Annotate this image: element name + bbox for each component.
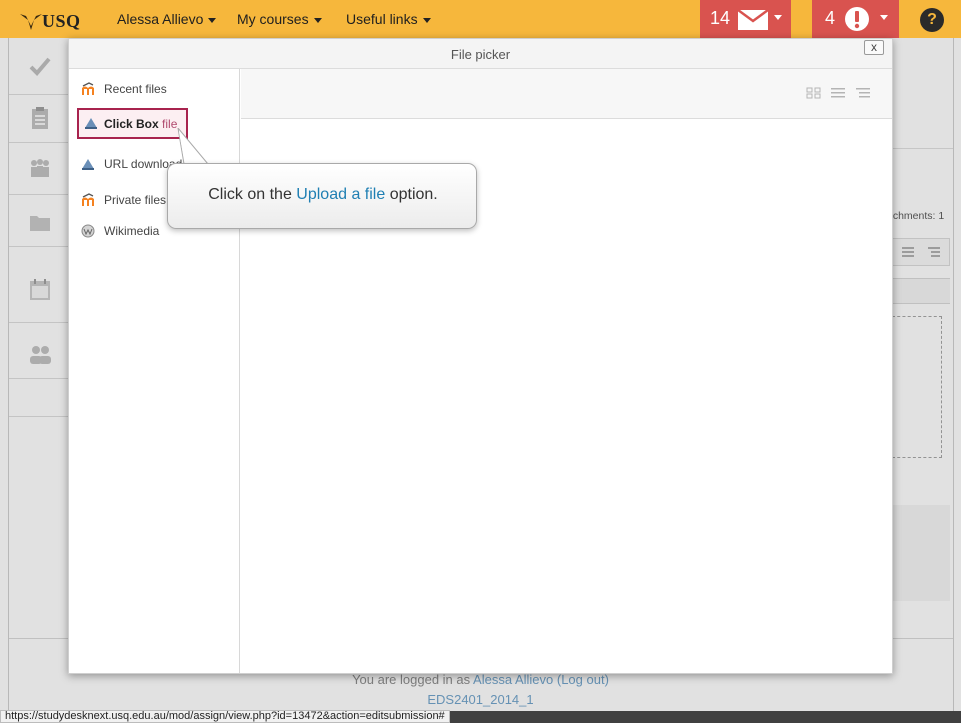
moodle-icon bbox=[82, 82, 94, 95]
click-box-label: Click Box bbox=[104, 117, 159, 131]
repository-list: Recent files URL download Private files … bbox=[69, 69, 240, 673]
alerts-button[interactable]: 4 bbox=[812, 0, 899, 38]
callout-suffix: option. bbox=[385, 186, 438, 203]
useful-links-label: Useful links bbox=[346, 11, 418, 27]
chevron-down-icon bbox=[313, 17, 322, 23]
tree-view-icon[interactable] bbox=[853, 80, 874, 106]
url-download-icon bbox=[82, 159, 94, 170]
callout-emphasis: Upload a file bbox=[296, 186, 386, 203]
repo-label: Private files bbox=[104, 193, 167, 207]
alert-icon bbox=[845, 7, 869, 31]
usq-logo[interactable]: USQ bbox=[20, 8, 81, 32]
callout-prefix: Click on the bbox=[208, 186, 297, 203]
repo-label: Wikimedia bbox=[104, 224, 160, 238]
envelope-icon bbox=[738, 10, 768, 30]
callout-pointer bbox=[177, 128, 210, 165]
icons-view-icon[interactable] bbox=[803, 80, 824, 106]
my-courses-menu[interactable]: My courses bbox=[237, 11, 322, 27]
help-icon[interactable]: ? bbox=[920, 8, 944, 32]
status-url: https://studydesknext.usq.edu.au/mod/ass… bbox=[0, 710, 450, 723]
messages-count: 14 bbox=[710, 8, 731, 28]
repo-private-files[interactable]: Private files bbox=[81, 190, 166, 210]
moodle-icon bbox=[82, 193, 94, 206]
wikimedia-icon bbox=[81, 224, 95, 238]
usq-bird-icon bbox=[20, 14, 42, 30]
useful-links-menu[interactable]: Useful links bbox=[346, 11, 431, 27]
messages-button[interactable]: 14 bbox=[700, 0, 791, 38]
top-navbar: USQ Alessa Allievo My courses Useful lin… bbox=[0, 0, 961, 38]
my-courses-label: My courses bbox=[237, 11, 309, 27]
chevron-down-icon bbox=[774, 15, 782, 20]
callout-text: Click on the Upload a file option. bbox=[168, 186, 478, 204]
logo-text: USQ bbox=[42, 11, 81, 31]
chevron-down-icon bbox=[422, 17, 431, 23]
repo-wikimedia[interactable]: Wikimedia bbox=[81, 221, 159, 241]
file-picker-toolbar bbox=[241, 69, 892, 119]
instruction-callout: Click on the Upload a file option. bbox=[167, 163, 477, 229]
repo-upload-a-file[interactable]: Click Box file bbox=[104, 117, 177, 131]
alerts-count: 4 bbox=[825, 8, 836, 28]
chevron-down-icon bbox=[880, 15, 888, 20]
file-picker-header: File picker x bbox=[69, 39, 892, 69]
user-menu[interactable]: Alessa Allievo bbox=[117, 11, 217, 27]
repo-recent-files[interactable]: Recent files bbox=[81, 79, 167, 99]
chevron-down-icon bbox=[208, 17, 217, 23]
close-button[interactable]: x bbox=[864, 40, 884, 55]
file-picker-title: File picker bbox=[450, 47, 511, 62]
user-menu-label: Alessa Allievo bbox=[117, 11, 204, 27]
list-view-icon[interactable] bbox=[828, 80, 849, 106]
upload-icon bbox=[85, 118, 97, 129]
repo-label: Recent files bbox=[104, 82, 167, 96]
